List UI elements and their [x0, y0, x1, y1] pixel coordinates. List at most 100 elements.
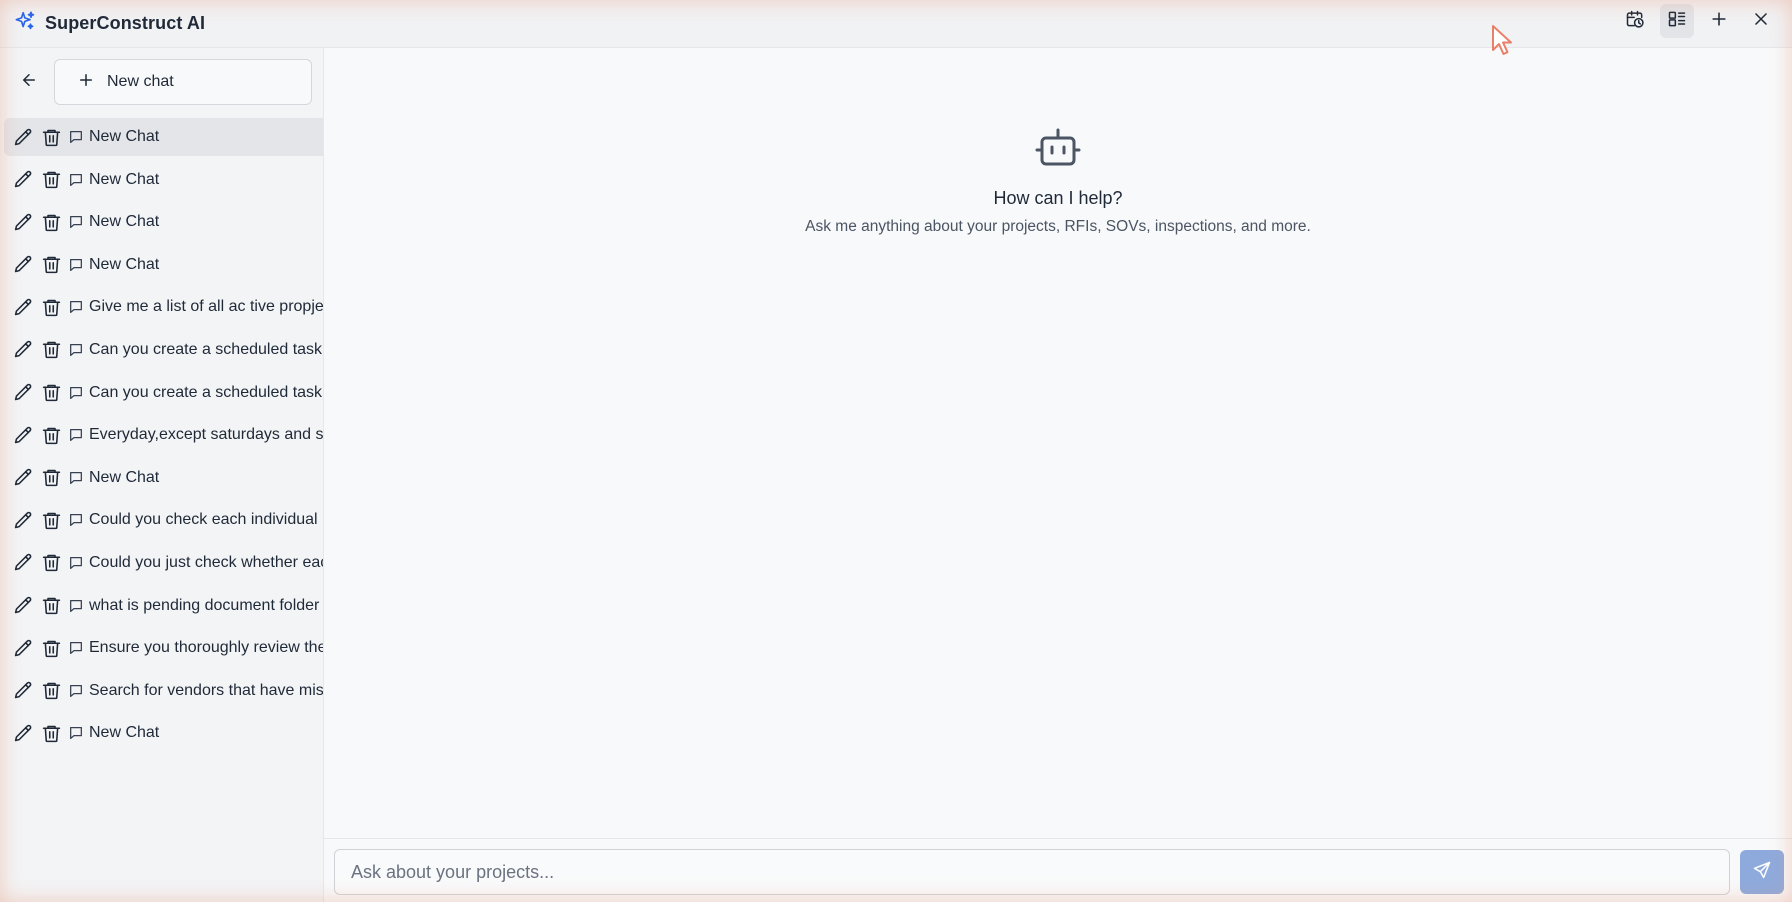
chat-history-label: Can you create a scheduled task [89, 340, 323, 358]
chat-history-label: what is pending document folder [89, 596, 320, 614]
chat-history-label: New Chat [89, 724, 160, 742]
chat-history-item[interactable]: Search for vendors that have missing [4, 672, 323, 710]
trash-icon[interactable] [40, 722, 62, 744]
trash-icon[interactable] [40, 680, 62, 702]
message-square-icon [68, 470, 84, 486]
chat-history-item[interactable]: New Chat [4, 459, 323, 497]
chat-history-label: Everyday,except saturdays and sundays [89, 426, 324, 444]
plus-icon [77, 71, 107, 94]
chat-history-item[interactable]: Give me a list of all ac tive propjects [4, 288, 324, 326]
title-bar: SuperConstruct AI [0, 0, 1792, 48]
trash-icon[interactable] [40, 637, 62, 659]
close-icon [1751, 9, 1771, 34]
message-square-icon [68, 427, 84, 443]
trash-icon[interactable] [40, 169, 62, 191]
chat-history-item[interactable]: Could you check each individual [4, 501, 323, 539]
chat-history-item[interactable]: Could you just check whether each [4, 544, 324, 582]
chat-history-label: Could you just check whether each [89, 553, 324, 571]
empty-state: How can I help? Ask me anything about yo… [324, 126, 1792, 236]
mouse-pointer-icon [1490, 24, 1516, 58]
chat-history-item[interactable]: New Chat [4, 246, 323, 284]
top-actions [1618, 4, 1778, 38]
message-square-icon [68, 683, 84, 699]
chat-history-item[interactable]: New Chat [4, 161, 323, 199]
add-button[interactable] [1702, 4, 1736, 38]
chat-history-label: Could you check each individual [89, 511, 318, 529]
trash-icon[interactable] [40, 509, 62, 531]
chat-history-item[interactable]: Ensure you thoroughly review the [4, 629, 323, 667]
message-square-icon [68, 342, 84, 358]
chat-list: New Chat New Chat New Chat New Chat Give me … [0, 118, 323, 752]
close-button[interactable] [1744, 4, 1778, 38]
trash-icon[interactable] [40, 211, 62, 233]
message-square-icon [68, 172, 84, 188]
send-button[interactable] [1740, 850, 1784, 894]
app-title: SuperConstruct AI [45, 13, 206, 33]
trash-icon[interactable] [40, 552, 62, 574]
robot-icon [324, 126, 1792, 168]
message-square-icon [68, 214, 84, 230]
pencil-icon[interactable] [12, 509, 34, 531]
chat-history-item[interactable]: what is pending document folder [4, 587, 323, 625]
message-square-icon [68, 512, 84, 528]
pencil-icon[interactable] [12, 211, 34, 233]
chat-history-label: New Chat [89, 213, 160, 231]
plus-icon [1709, 9, 1729, 34]
pencil-icon[interactable] [12, 552, 34, 574]
pencil-icon[interactable] [12, 254, 34, 276]
chat-history-sidebar: New chat New Chat New Chat New Chat New Cha… [0, 48, 324, 902]
message-square-icon [68, 598, 84, 614]
trash-icon[interactable] [40, 254, 62, 276]
empty-state-subtitle: Ask me anything about your projects, RFI… [805, 218, 1311, 235]
pencil-icon[interactable] [12, 126, 34, 148]
trash-icon[interactable] [40, 126, 62, 148]
chat-history-label: New Chat [89, 170, 160, 188]
chat-list-toggle-button[interactable] [1660, 4, 1694, 38]
scheduled-tasks-button[interactable] [1618, 4, 1652, 38]
new-chat-button[interactable]: New chat [54, 59, 312, 105]
chat-history-label: New Chat [89, 468, 160, 486]
brand: SuperConstruct AI [14, 10, 205, 37]
chat-history-label: New Chat [89, 255, 160, 273]
pencil-icon[interactable] [12, 680, 34, 702]
pencil-icon[interactable] [12, 339, 34, 361]
message-square-icon [68, 299, 84, 315]
arrow-left-icon [20, 71, 38, 94]
calendar-clock-icon [1625, 9, 1645, 34]
chat-history-item[interactable]: Everyday,except saturdays and sundays [4, 416, 324, 454]
trash-icon[interactable] [40, 339, 62, 361]
message-square-icon [68, 129, 84, 145]
chat-input[interactable] [334, 849, 1730, 895]
pencil-icon[interactable] [12, 424, 34, 446]
back-button[interactable] [12, 65, 46, 99]
pencil-icon[interactable] [12, 722, 34, 744]
message-square-icon [68, 555, 84, 571]
pencil-icon[interactable] [12, 382, 34, 404]
list-layout-icon [1667, 9, 1687, 34]
empty-state-title: How can I help? [993, 188, 1123, 208]
pencil-icon[interactable] [12, 169, 34, 191]
trash-icon[interactable] [40, 296, 62, 318]
chat-history-item[interactable]: New Chat [4, 118, 323, 156]
pencil-icon[interactable] [12, 467, 34, 489]
new-chat-label: New chat [107, 73, 174, 90]
pencil-icon[interactable] [12, 595, 34, 617]
chat-main: How can I help? Ask me anything about yo… [324, 48, 1792, 902]
pencil-icon[interactable] [12, 296, 34, 318]
trash-icon[interactable] [40, 424, 62, 446]
message-square-icon [68, 640, 84, 656]
sidebar-header: New chat [0, 48, 323, 116]
message-square-icon [68, 725, 84, 741]
sparkle-icon [14, 10, 36, 37]
chat-history-item[interactable]: New Chat [4, 203, 323, 241]
chat-history-item[interactable]: Can you create a scheduled task [4, 374, 323, 412]
chat-history-label: Give me a list of all ac tive propjects [89, 298, 324, 316]
send-icon [1752, 860, 1772, 885]
chat-history-item[interactable]: Can you create a scheduled task [4, 331, 323, 369]
pencil-icon[interactable] [12, 637, 34, 659]
trash-icon[interactable] [40, 382, 62, 404]
trash-icon[interactable] [40, 467, 62, 489]
message-square-icon [68, 385, 84, 401]
chat-history-item[interactable]: New Chat [4, 714, 323, 752]
trash-icon[interactable] [40, 595, 62, 617]
